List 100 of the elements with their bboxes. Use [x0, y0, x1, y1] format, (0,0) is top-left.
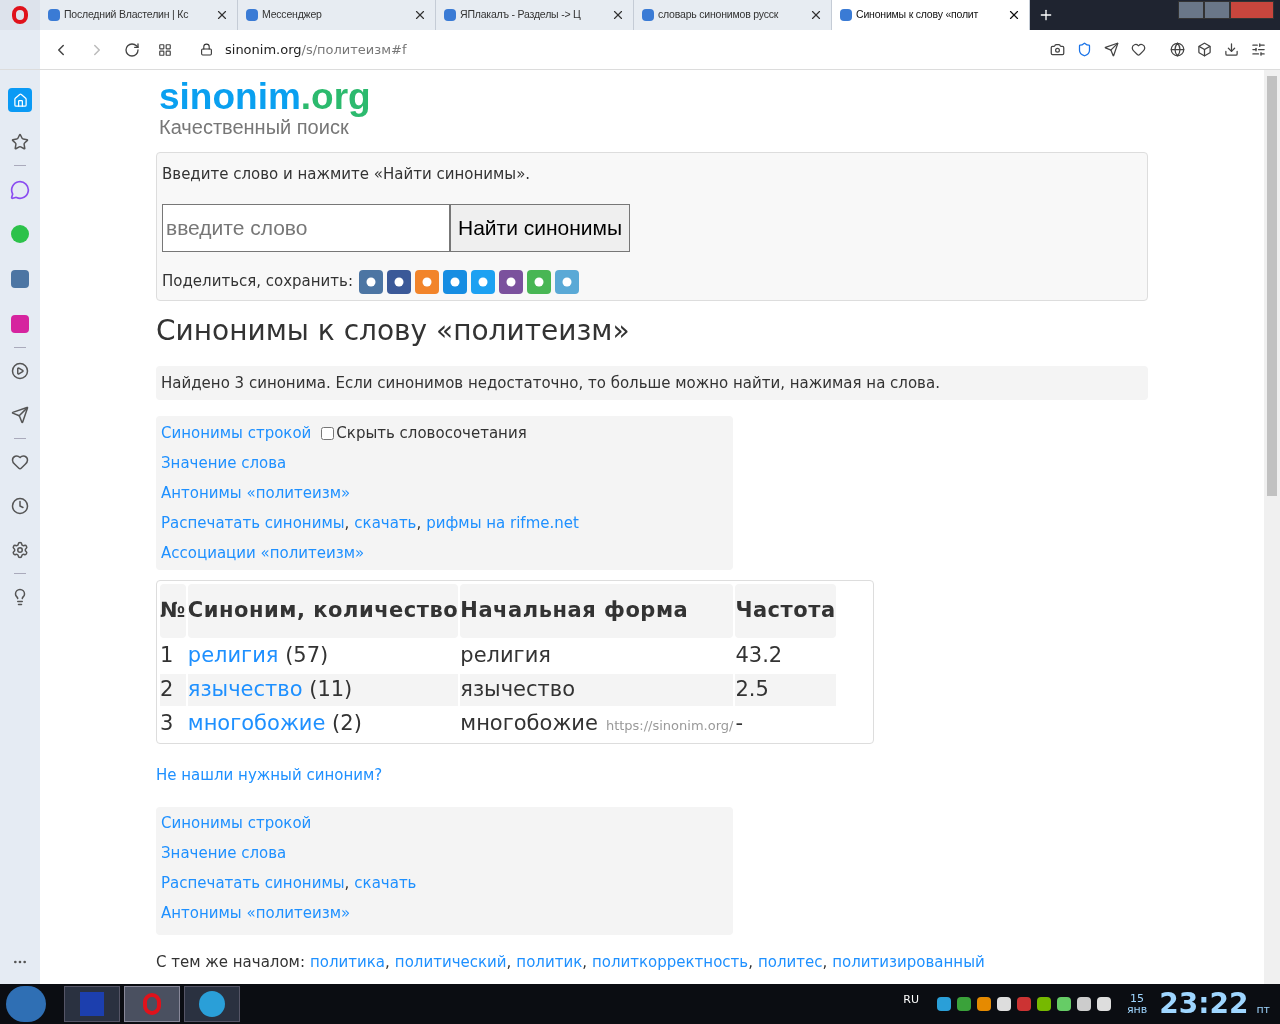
chat-icon[interactable] [10, 180, 30, 200]
share-icon[interactable] [499, 269, 523, 294]
link[interactable]: Антонимы «политеизм» [161, 481, 351, 505]
lock-icon [200, 43, 213, 56]
settings-icon[interactable] [11, 541, 29, 559]
link[interactable]: политик [516, 950, 583, 973]
hide-phrases-checkbox[interactable] [321, 426, 335, 440]
initial-form: многобожие [460, 711, 598, 736]
play-icon[interactable] [11, 362, 29, 380]
star-icon[interactable] [11, 133, 29, 151]
link[interactable]: Синонимы строкой [161, 812, 312, 835]
window-controls-drawing[interactable] [1178, 1, 1274, 19]
scrollbar[interactable] [1264, 70, 1280, 984]
language-indicator[interactable]: RU [903, 992, 919, 1009]
initial-form: религия [460, 643, 551, 668]
browser-tab[interactable]: Мессенджер [238, 0, 436, 30]
send-icon[interactable] [11, 406, 29, 424]
cube-icon[interactable] [1197, 42, 1212, 57]
table-cell-text: 3 [160, 710, 175, 738]
comma: , [385, 951, 390, 973]
checkbox-label: Скрыть словосочетания [336, 422, 527, 444]
history-icon[interactable] [11, 497, 29, 515]
column-header: Частота [735, 584, 836, 638]
reload-icon[interactable] [124, 41, 140, 58]
synonym-link[interactable]: язычество [187, 677, 303, 702]
synonym-count: (11) [309, 677, 353, 702]
link[interactable]: Ассоциации «политеизм» [161, 541, 365, 565]
comma: , [748, 951, 753, 973]
close-icon[interactable] [611, 8, 625, 22]
table-cell-text: 43.2 [735, 642, 784, 670]
close-icon[interactable] [1007, 8, 1021, 22]
table-cell-text: - [735, 710, 744, 738]
page-heading: Синонимы к слову «политеизм» [156, 312, 631, 348]
send-icon[interactable] [1104, 42, 1119, 57]
tab-title: словарь синонимов русск [658, 7, 780, 23]
browser-logo-icon[interactable] [12, 6, 28, 24]
browser-tab[interactable]: словарь синонимов русск [634, 0, 832, 30]
tab-favicon-icon [444, 9, 456, 21]
clock-time: 23:22 [1159, 990, 1249, 1018]
share-label: Поделиться, сохранить: [162, 271, 353, 293]
link[interactable]: политизированный [832, 950, 985, 973]
search-field[interactable]: введите слово [162, 203, 450, 252]
search-button[interactable]: Найти синонимы [450, 203, 631, 252]
synonym-link[interactable]: многобожие [187, 711, 326, 736]
globe-icon[interactable] [1170, 42, 1185, 57]
column-header: № [160, 584, 186, 638]
home-icon[interactable] [8, 88, 32, 112]
share-icon[interactable] [443, 269, 467, 294]
link[interactable]: скачать [354, 511, 417, 535]
download-icon[interactable] [1224, 42, 1239, 57]
link[interactable]: Значение слова [161, 842, 287, 865]
heart-icon[interactable] [11, 453, 29, 471]
tray-icons-drawing[interactable] [936, 997, 1111, 1011]
tab-title: Синонимы к слову «полит [856, 7, 980, 23]
tab-favicon-icon [642, 9, 654, 21]
settings-icon[interactable] [1251, 42, 1266, 57]
link[interactable]: Синонимы строкой [161, 421, 312, 445]
comma: , [506, 951, 512, 973]
clock-weekday: пт [1256, 1001, 1270, 1018]
share-icon[interactable] [471, 269, 495, 294]
tab-title: ЯПлакалъ - Разделы -> Ц [460, 7, 582, 23]
link[interactable]: Распечатать синонимы [161, 511, 345, 535]
tab-favicon-icon [840, 9, 852, 21]
link[interactable]: политкорректность [592, 950, 749, 973]
synonym-count: (2) [332, 711, 362, 736]
camera-icon[interactable] [1050, 42, 1065, 57]
link[interactable]: Значение слова [161, 451, 287, 475]
table-cell-text: 2.5 [735, 676, 770, 704]
browser-tab[interactable]: ЯПлакалъ - Разделы -> Ц [436, 0, 634, 30]
browser-tab[interactable]: Синонимы к слову «полит [832, 0, 1030, 30]
same-start-label: С тем же началом: [156, 951, 305, 973]
link[interactable]: политика [310, 950, 386, 973]
browser-tab[interactable]: Последний Властелин | Кс [40, 0, 238, 30]
site-logo[interactable]: sinonim.org [156, 78, 1148, 115]
link[interactable]: скачать [354, 872, 417, 895]
address-field[interactable]: sinonim.org/s/политеизм#f [225, 39, 1050, 60]
tab-favicon-icon [48, 9, 60, 21]
not-found-link[interactable]: Не нашли нужный синоним? [156, 764, 383, 787]
tab-favicon-icon [246, 9, 258, 21]
link[interactable]: Антонимы «политеизм» [161, 902, 351, 925]
shield-icon[interactable] [1077, 42, 1092, 57]
comma: , [416, 512, 422, 534]
comma: , [822, 951, 828, 973]
link[interactable]: Распечатать синонимы [161, 872, 345, 895]
clock-month: янв [1126, 1004, 1148, 1015]
taskbar-app-icon[interactable] [184, 986, 240, 1022]
start-button[interactable] [6, 986, 46, 1022]
synonym-link[interactable]: религия [187, 643, 279, 668]
grid-icon[interactable] [158, 42, 172, 57]
link[interactable]: рифмы на rifme.net [426, 511, 579, 535]
link[interactable]: политес [757, 950, 823, 973]
column-header: Синоним, количество [187, 584, 459, 638]
share-icon[interactable] [387, 269, 411, 294]
new-tab-icon[interactable] [1038, 7, 1054, 23]
close-icon[interactable] [215, 8, 229, 22]
link[interactable]: политический [394, 950, 507, 973]
close-icon[interactable] [809, 8, 823, 22]
close-icon[interactable] [413, 8, 427, 22]
heart-icon[interactable] [1131, 42, 1146, 57]
share-icon[interactable] [359, 269, 383, 294]
